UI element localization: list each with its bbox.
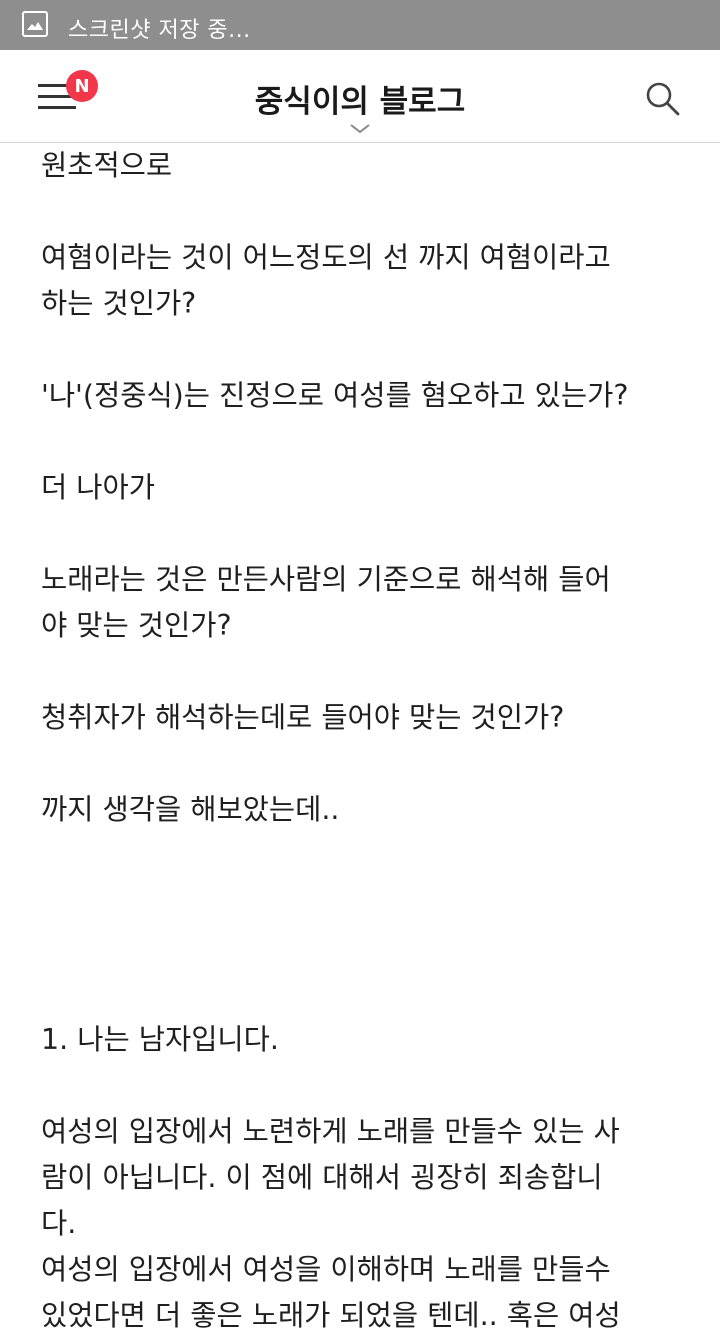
post-line — [41, 1063, 691, 1109]
post-line: 하는 것인가? — [41, 287, 197, 320]
post-line: 청취자가 해석하는데로 들어야 맞는 것인가? — [41, 701, 565, 734]
post-line — [41, 649, 691, 695]
post-line: 여혐이라는 것이 어느정도의 선 까지 여혐이라고 — [41, 241, 611, 274]
post-line: 더 나아가 — [41, 471, 155, 504]
post-line — [41, 971, 691, 1017]
post-line — [41, 925, 691, 971]
post-line: 여성의 입장에서 노련하게 노래를 만들수 있는 사 — [41, 1115, 620, 1148]
status-text: 스크린샷 저장 중... — [68, 18, 251, 43]
post-line — [41, 419, 691, 465]
post-line: 다. — [41, 1207, 77, 1240]
post-content: 원초적으로 여혐이라는 것이 어느정도의 선 까지 여혐이라고 하는 것인가? … — [41, 143, 691, 1339]
post-line — [41, 833, 691, 879]
search-icon — [646, 82, 680, 116]
search-button[interactable] — [644, 80, 684, 120]
status-bar: 스크린샷 저장 중... — [0, 0, 720, 50]
post-line: 람이 아닙니다. 이 점에 대해서 굉장히 죄송합니 — [41, 1161, 603, 1194]
post-line — [41, 741, 691, 787]
app-header: N 중식이의 블로그 — [0, 50, 720, 143]
post-line: 노래라는 것은 만든사람의 기준으로 해석해 들어 — [41, 563, 611, 596]
post-line: 까지 생각을 해보았는데.. — [41, 793, 340, 826]
post-line — [41, 189, 691, 235]
blog-title[interactable]: 중식이의 블로그 — [0, 76, 720, 121]
post-line: 1. 나는 남자입니다. — [41, 1023, 279, 1056]
post-line — [41, 879, 691, 925]
post-line: 있었다면 더 좋은 노래가 되었을 텐데.. 혹은 여성 — [41, 1299, 621, 1332]
post-line — [41, 511, 691, 557]
image-icon — [22, 11, 48, 37]
post-line — [41, 327, 691, 373]
post-line: '나'(정중식)는 진정으로 여성를 혐오하고 있는가? — [41, 379, 629, 412]
post-line: 야 맞는 것인가? — [41, 609, 232, 642]
post-line: 여성의 입장에서 여성을 이해하며 노래를 만들수 — [41, 1253, 611, 1286]
post-line: 원초적으로 — [41, 149, 173, 182]
chevron-down-icon[interactable] — [349, 120, 371, 139]
